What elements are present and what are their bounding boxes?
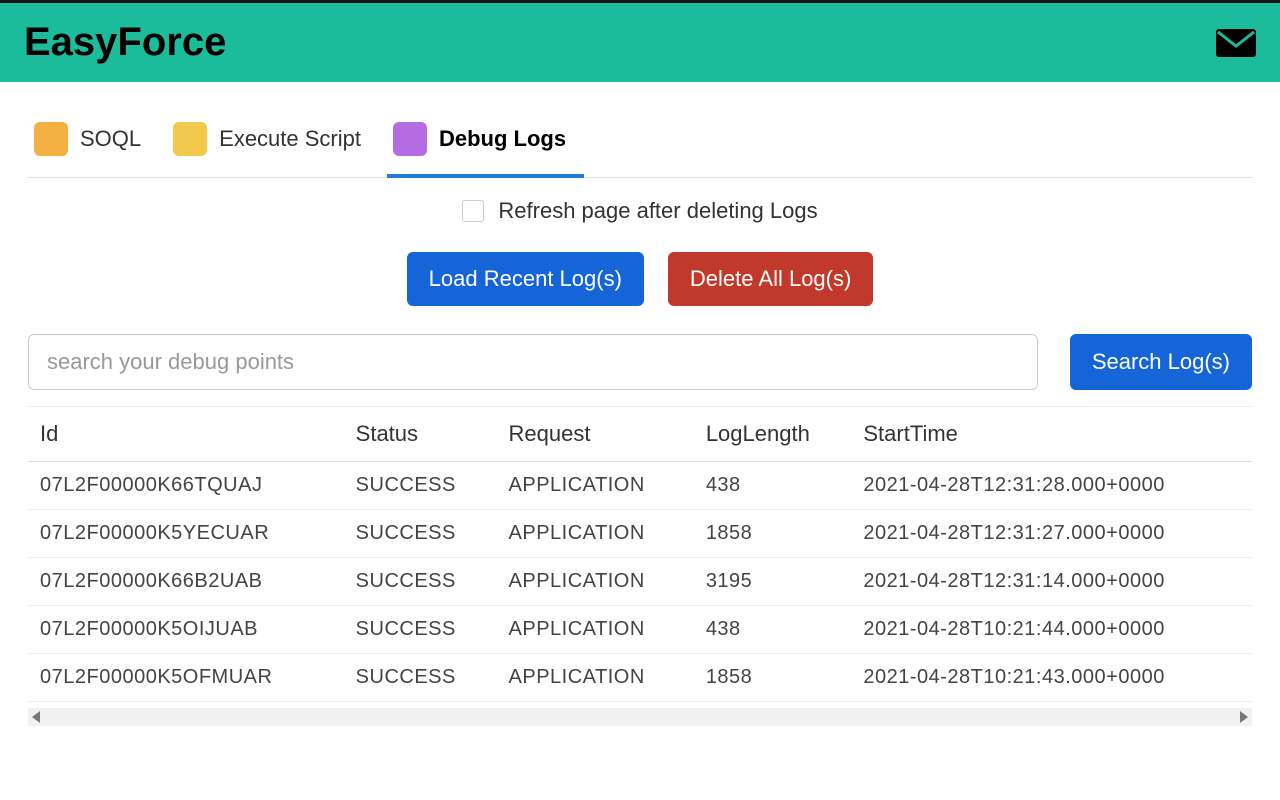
tab-label: SOQL [80,126,141,152]
cell-start: 2021-04-28T10:21:43.000+0000 [851,654,1252,702]
load-recent-logs-button[interactable]: Load Recent Log(s) [407,252,644,306]
cell-length: 3195 [694,558,852,606]
cell-request: APPLICATION [497,654,694,702]
tab-chip-icon [393,122,427,156]
table-wrap[interactable]: Id Status Request LogLength StartTime 07… [28,406,1252,702]
refresh-checkbox-label: Refresh page after deleting Logs [498,198,817,224]
refresh-checkbox-row[interactable]: Refresh page after deleting Logs [462,198,817,224]
tab-chip-icon [173,122,207,156]
tab-debug-logs[interactable]: Debug Logs [387,112,584,178]
app-header: EasyForce [0,0,1280,82]
table-scroll-pane: Id Status Request LogLength StartTime 07… [28,406,1252,726]
cell-id: 07L2F00000K5OFMUAR [28,654,344,702]
table-row[interactable]: 07L2F00000K5YECUARSUCCESSAPPLICATION1858… [28,510,1252,558]
cell-status: SUCCESS [344,558,497,606]
cell-start: 2021-04-28T10:21:44.000+0000 [851,606,1252,654]
horizontal-scrollbar[interactable] [28,708,1252,726]
cell-length: 1858 [694,510,852,558]
cell-id: 07L2F00000K5YECUAR [28,510,344,558]
tab-soql[interactable]: SOQL [28,112,159,178]
cell-request: APPLICATION [497,558,694,606]
tab-chip-icon [34,122,68,156]
table-header-row: Id Status Request LogLength StartTime [28,407,1252,462]
tab-bar: SOQL Execute Script Debug Logs [28,112,1252,178]
tab-label: Debug Logs [439,126,566,152]
cell-id: 07L2F00000K66TQUAJ [28,462,344,510]
cell-status: SUCCESS [344,654,497,702]
cell-length: 438 [694,606,852,654]
checkbox-icon[interactable] [462,200,484,222]
search-input[interactable] [28,334,1038,390]
cell-start: 2021-04-28T12:31:14.000+0000 [851,558,1252,606]
table-row[interactable]: 07L2F00000K66B2UABSUCCESSAPPLICATION3195… [28,558,1252,606]
col-starttime[interactable]: StartTime [851,407,1252,462]
col-loglength[interactable]: LogLength [694,407,852,462]
tab-label: Execute Script [219,126,361,152]
cell-status: SUCCESS [344,510,497,558]
cell-status: SUCCESS [344,606,497,654]
controls: Refresh page after deleting Logs Load Re… [28,198,1252,306]
cell-id: 07L2F00000K5OIJUAB [28,606,344,654]
logs-table: Id Status Request LogLength StartTime 07… [28,407,1252,702]
cell-request: APPLICATION [497,462,694,510]
table-row[interactable]: 07L2F00000K5OIJUABSUCCESSAPPLICATION4382… [28,606,1252,654]
col-request[interactable]: Request [497,407,694,462]
mail-icon[interactable] [1216,29,1256,57]
tab-execute-script[interactable]: Execute Script [167,112,379,178]
col-id[interactable]: Id [28,407,344,462]
cell-request: APPLICATION [497,606,694,654]
action-button-row: Load Recent Log(s) Delete All Log(s) [407,252,874,306]
search-logs-button[interactable]: Search Log(s) [1070,334,1252,390]
table-row[interactable]: 07L2F00000K5OFMUARSUCCESSAPPLICATION1858… [28,654,1252,702]
delete-all-logs-button[interactable]: Delete All Log(s) [668,252,873,306]
search-row: Search Log(s) [28,334,1252,390]
cell-id: 07L2F00000K66B2UAB [28,558,344,606]
cell-start: 2021-04-28T12:31:28.000+0000 [851,462,1252,510]
cell-length: 438 [694,462,852,510]
col-status[interactable]: Status [344,407,497,462]
cell-start: 2021-04-28T12:31:27.000+0000 [851,510,1252,558]
cell-length: 1858 [694,654,852,702]
brand-title: EasyForce [24,20,226,65]
cell-status: SUCCESS [344,462,497,510]
main-content: SOQL Execute Script Debug Logs Refresh p… [0,82,1280,726]
table-row[interactable]: 07L2F00000K66TQUAJSUCCESSAPPLICATION4382… [28,462,1252,510]
cell-request: APPLICATION [497,510,694,558]
